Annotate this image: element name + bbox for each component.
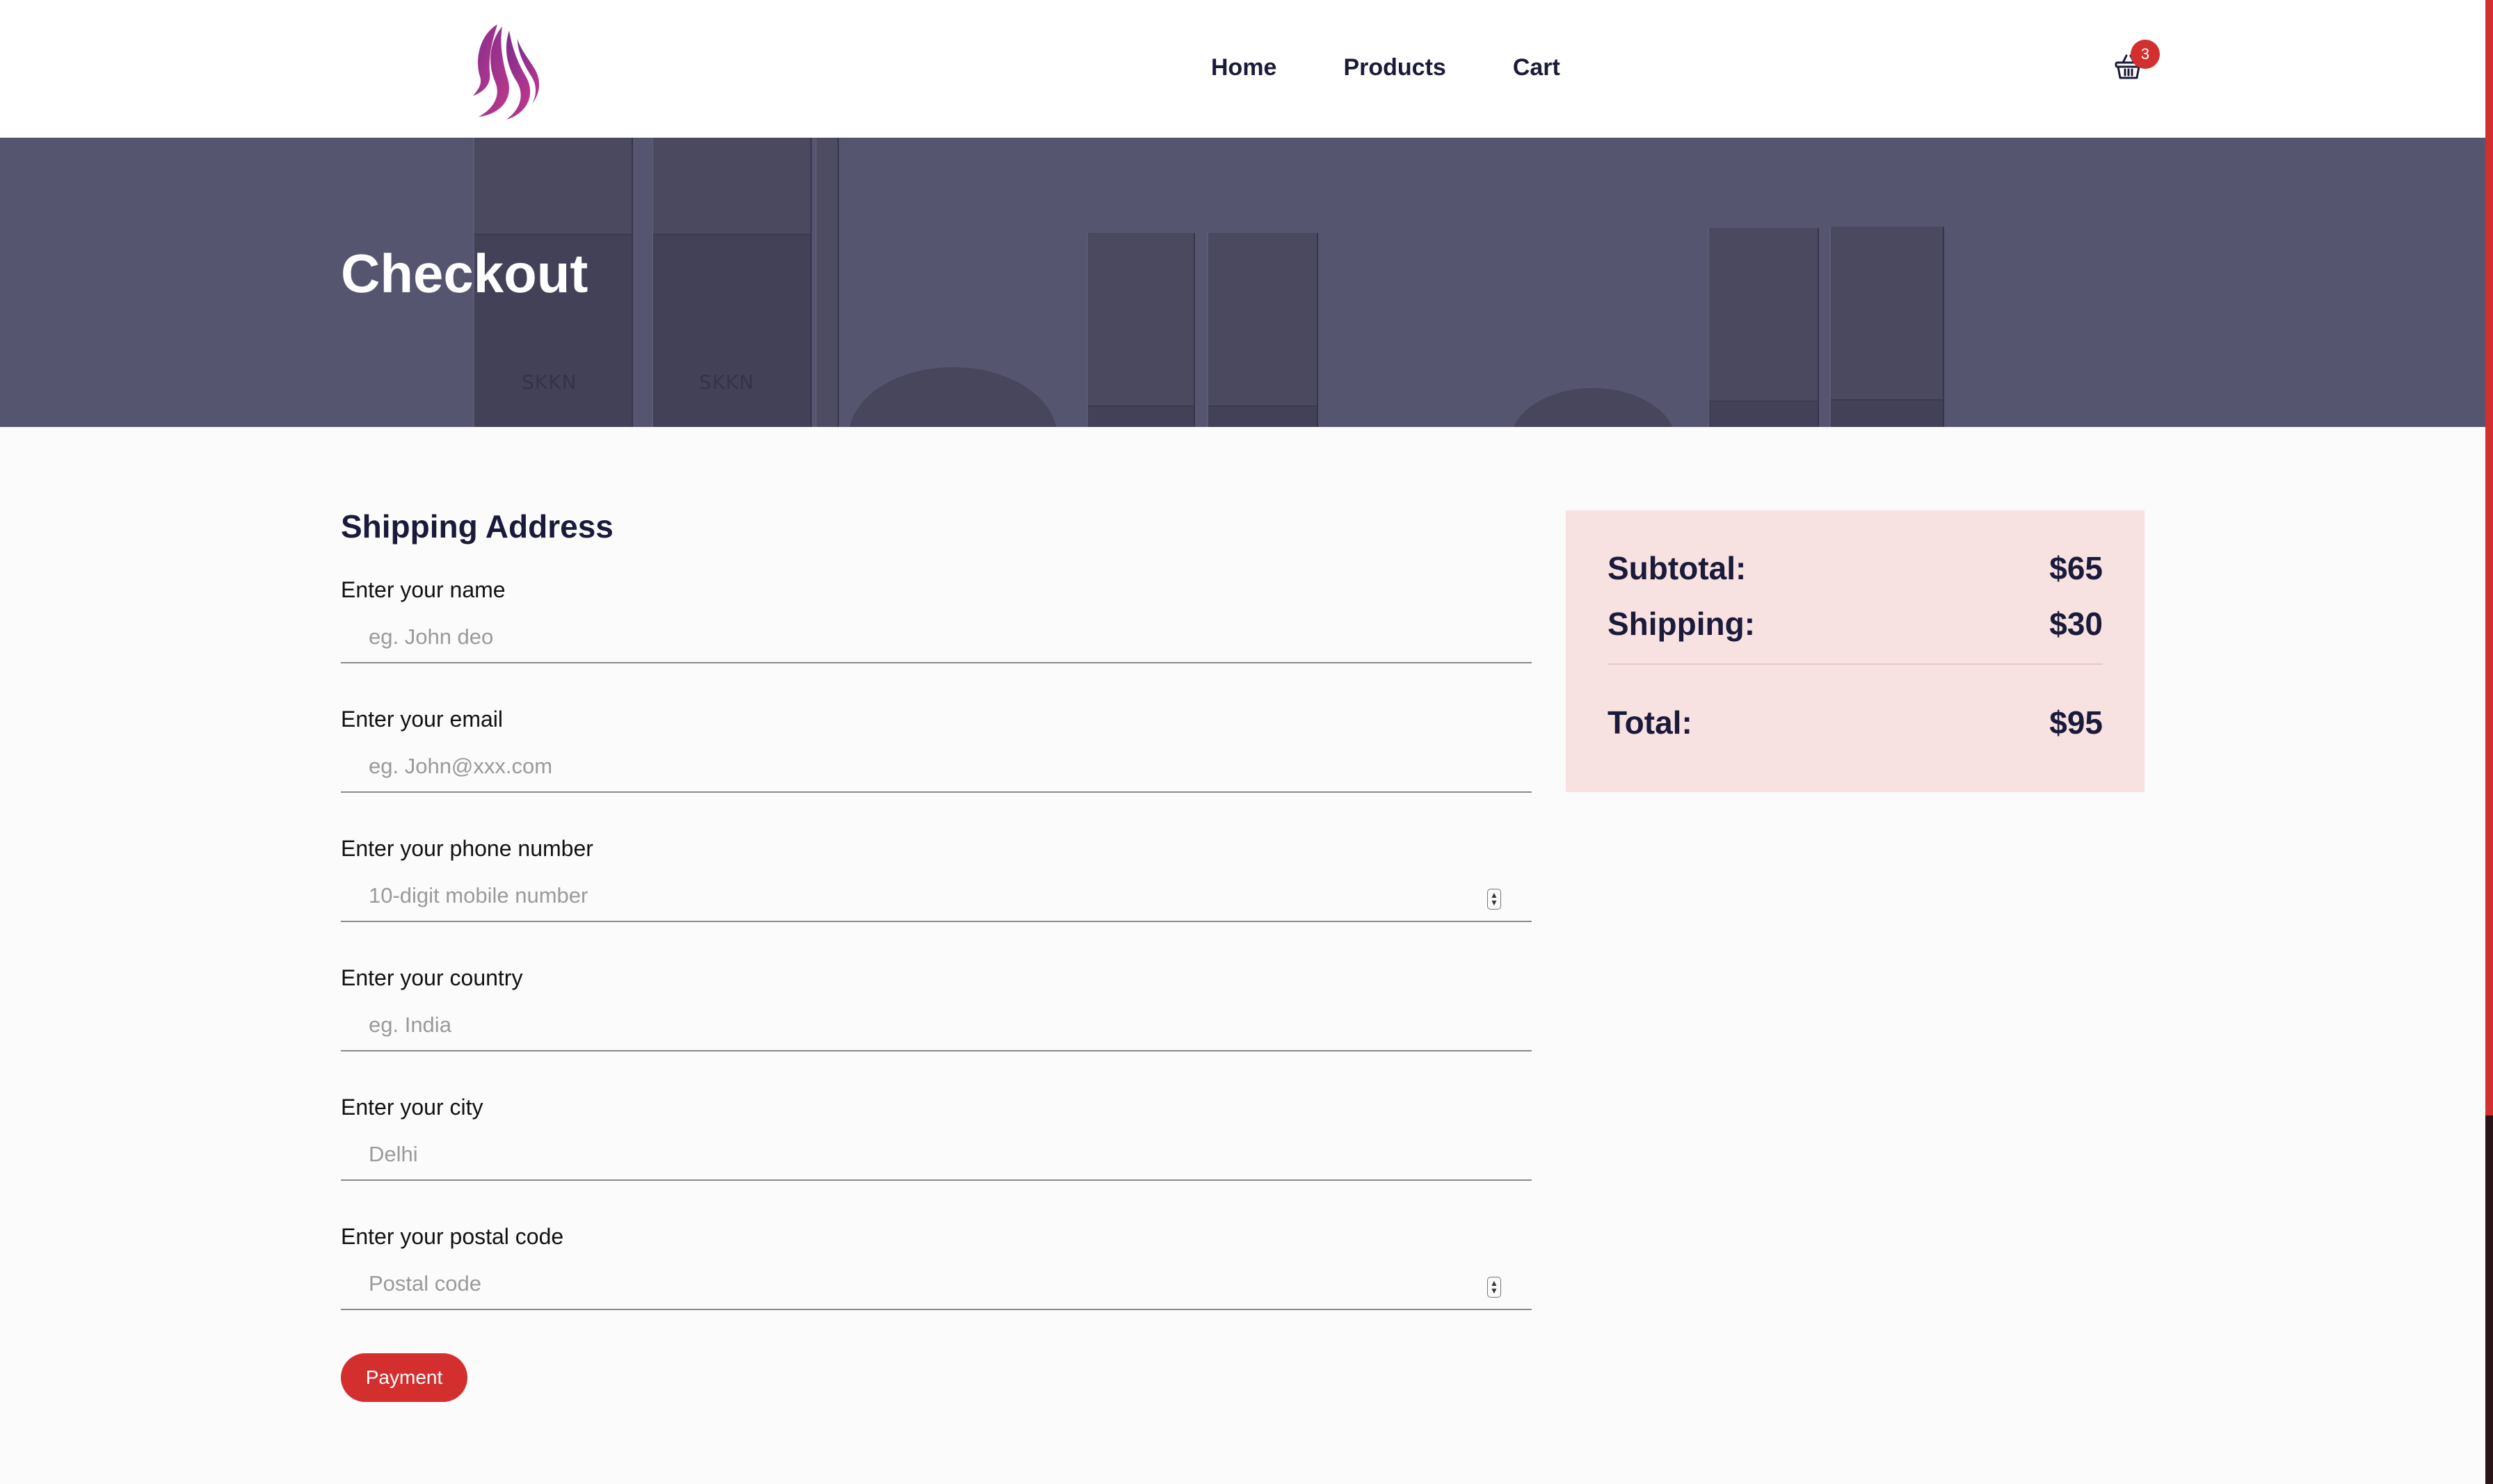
banner-product-image xyxy=(1829,227,1944,427)
cart-count-badge: 3 xyxy=(2131,40,2160,69)
phone-input[interactable] xyxy=(341,871,1532,922)
city-field-group: Enter your city xyxy=(341,1095,1532,1182)
country-field-group: Enter your country xyxy=(341,965,1532,1053)
shipping-address-heading: Shipping Address xyxy=(341,508,614,545)
postal-code-input[interactable] xyxy=(341,1259,1532,1310)
subtotal-value: $65 xyxy=(2049,550,2103,586)
checkout-banner: SKKN SKKN Checkout xyxy=(0,138,2485,427)
nav-link-cart[interactable]: Cart xyxy=(1513,54,1560,81)
checkout-page: Home Products Cart 3 SKKN SKKN Checkout … xyxy=(0,0,2493,1484)
name-label: Enter your name xyxy=(341,577,506,602)
email-label: Enter your email xyxy=(341,707,503,732)
subtotal-label: Subtotal: xyxy=(1608,550,1747,586)
shipping-value: $30 xyxy=(2049,606,2103,642)
nav-link-home[interactable]: Home xyxy=(1211,54,1276,81)
city-label: Enter your city xyxy=(341,1095,483,1120)
phone-field-group: Enter your phone number ▲▼ xyxy=(341,836,1532,924)
postal-code-label: Enter your postal code xyxy=(341,1224,564,1249)
site-header: Home Products Cart 3 xyxy=(0,0,2485,138)
subtotal-row: Subtotal: $65 xyxy=(1608,549,2103,587)
postal-code-field-group: Enter your postal code ▲▼ xyxy=(341,1224,1532,1312)
phone-label: Enter your phone number xyxy=(341,836,593,861)
email-input[interactable] xyxy=(341,741,1532,793)
woman-hair-silhouette-logo[interactable] xyxy=(459,21,539,122)
name-field-group: Enter your name xyxy=(341,577,1532,665)
phone-stepper[interactable]: ▲ ▼ xyxy=(1487,889,1501,910)
banner-product-image xyxy=(815,138,839,427)
banner-product-image xyxy=(849,367,1057,427)
shipping-label: Shipping: xyxy=(1608,606,1756,642)
banner-brand-mark: SKKN xyxy=(699,371,755,394)
shipping-row: Shipping: $30 xyxy=(1608,605,2103,643)
banner-product-image xyxy=(1509,388,1676,427)
order-summary: Subtotal: $65 Shipping: $30 Total: $95 xyxy=(1566,510,2145,792)
postal-code-stepper[interactable]: ▲ ▼ xyxy=(1487,1277,1501,1298)
main-nav: Home Products Cart xyxy=(1211,54,1560,81)
country-label: Enter your country xyxy=(341,965,523,990)
right-edge-accent xyxy=(2485,0,2493,1484)
banner-product-image xyxy=(1087,233,1195,427)
summary-divider xyxy=(1608,663,2103,665)
total-value: $95 xyxy=(2049,704,2103,741)
city-input[interactable] xyxy=(341,1129,1532,1181)
banner-brand-mark: SKKN xyxy=(522,371,577,394)
email-field-group: Enter your email xyxy=(341,707,1532,794)
banner-product-image xyxy=(1708,228,1819,427)
name-input[interactable] xyxy=(341,612,1532,663)
total-row: Total: $95 xyxy=(1608,704,2103,741)
banner-product-image xyxy=(1207,233,1318,427)
payment-button[interactable]: Payment xyxy=(341,1353,467,1402)
nav-link-products[interactable]: Products xyxy=(1343,54,1445,81)
page-title: Checkout xyxy=(341,243,588,304)
total-label: Total: xyxy=(1608,704,1692,741)
country-input[interactable] xyxy=(341,1000,1532,1051)
